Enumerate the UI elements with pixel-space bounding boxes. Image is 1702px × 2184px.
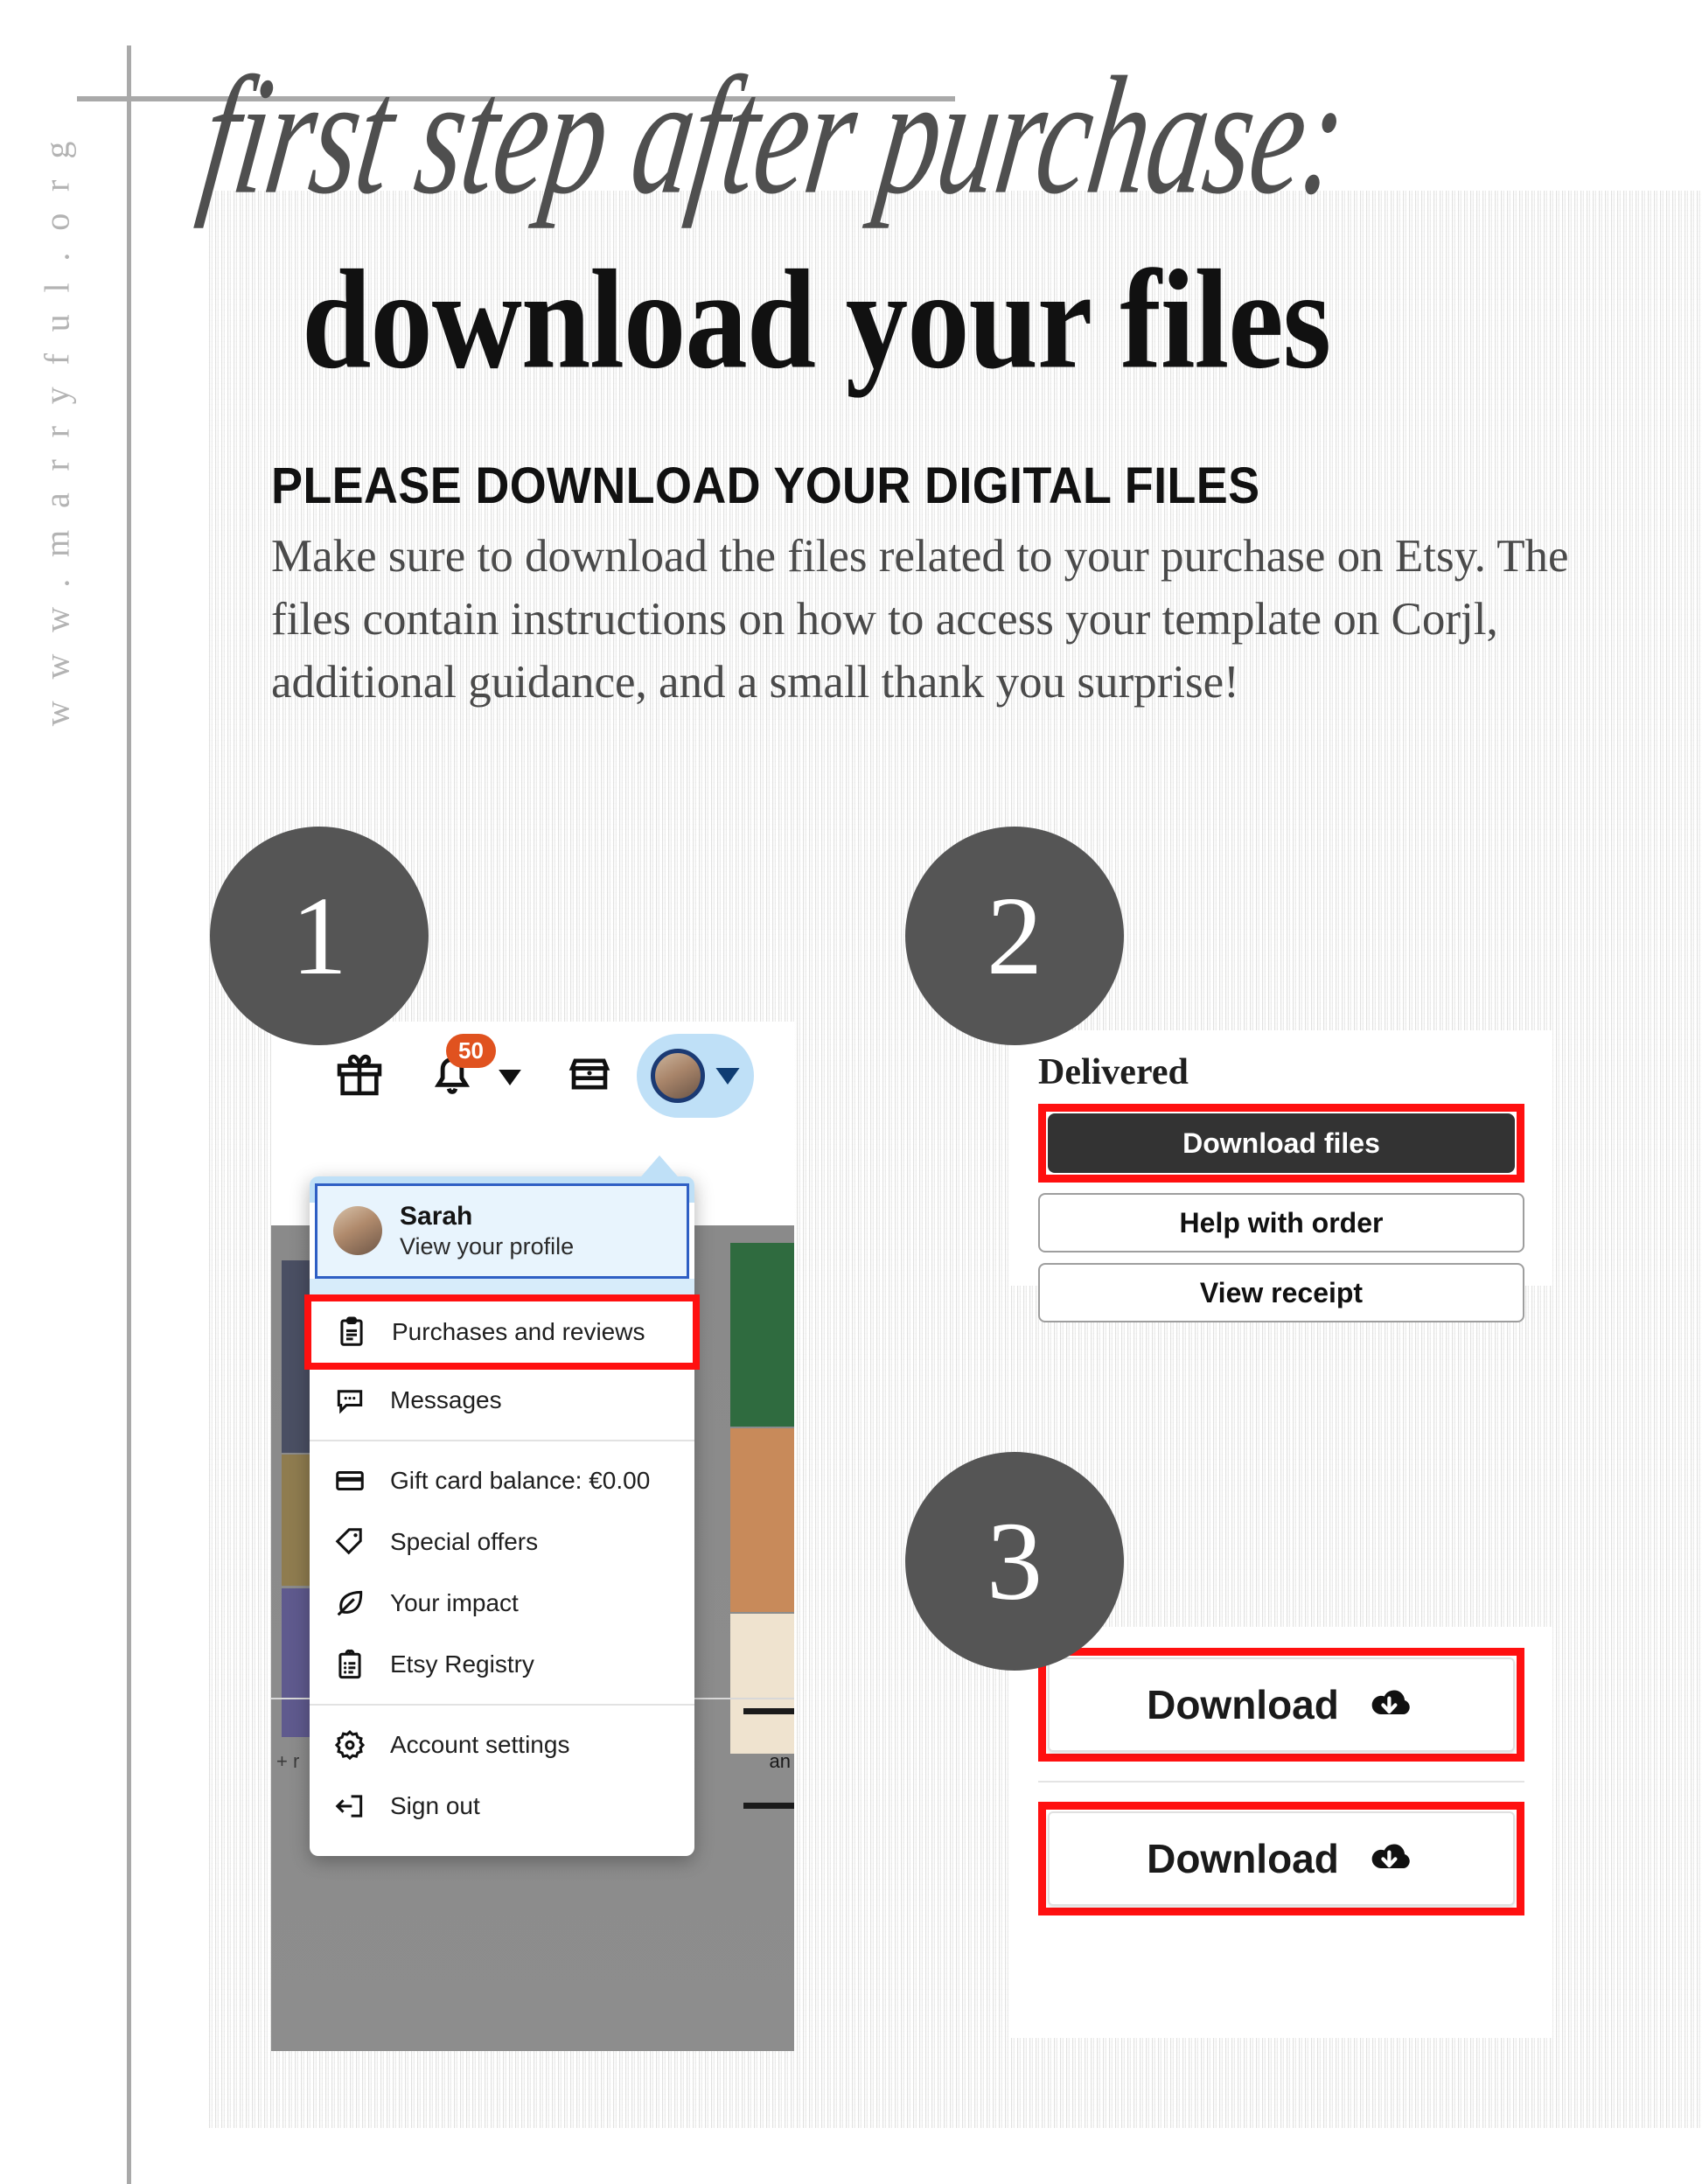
- step1-screenshot: + r an 50 Sarah View your profile Purcha…: [271, 1022, 794, 2051]
- menu-item-label: Sign out: [390, 1791, 480, 1819]
- menu-item-label: Gift card balance: €0.00: [390, 1466, 651, 1494]
- order-status-label: Delivered: [1038, 1052, 1189, 1092]
- step2-screenshot: Delivered Download files Help with order…: [1010, 1030, 1552, 1322]
- background-text-left: + r: [276, 1750, 300, 1772]
- avatar: [651, 1049, 705, 1103]
- dropdown-pointer: [637, 1155, 682, 1182]
- purchases-and-reviews-highlight: Purchases and reviews: [304, 1294, 700, 1370]
- avatar: [333, 1206, 382, 1256]
- download-highlight-1: Download: [1038, 1648, 1524, 1762]
- clipboard-icon: [334, 1315, 369, 1349]
- leaf-icon: [332, 1587, 367, 1620]
- gear-icon: [332, 1728, 367, 1762]
- step3-screenshot: Download Download: [1010, 1627, 1552, 2038]
- menu-item-label: Purchases and reviews: [392, 1317, 645, 1345]
- download-button-label: Download: [1147, 1682, 1339, 1727]
- menu-item-label: Account settings: [390, 1730, 570, 1758]
- list-divider: [1038, 1781, 1524, 1783]
- page-title: download your files: [302, 241, 1331, 399]
- download-button-1[interactable]: Download: [1048, 1657, 1515, 1752]
- step-number-1: 1: [210, 827, 429, 1045]
- registry-clipboard-icon: [332, 1648, 367, 1681]
- caret-down-icon[interactable]: [499, 1070, 521, 1085]
- step-number-2: 2: [905, 827, 1124, 1045]
- menu-item-purchases-and-reviews[interactable]: Purchases and reviews: [311, 1301, 693, 1363]
- download-button-label: Download: [1147, 1836, 1339, 1881]
- website-url-vertical: www.marryful.org: [37, 119, 77, 727]
- background-text-right: an: [769, 1750, 791, 1772]
- gift-icon[interactable]: [334, 1048, 385, 1099]
- download-files-button[interactable]: Download files: [1048, 1113, 1515, 1173]
- menu-item-messages[interactable]: Messages: [310, 1370, 694, 1431]
- subheading: PLEASE DOWNLOAD YOUR DIGITAL FILES: [271, 457, 1260, 514]
- caret-down-icon: [715, 1067, 740, 1085]
- menu-item-label: Special offers: [390, 1527, 539, 1555]
- menu-divider: [310, 1703, 694, 1706]
- account-dropdown-menu: Sarah View your profile Purchases and re…: [304, 1176, 700, 1856]
- shop-icon[interactable]: [565, 1050, 614, 1099]
- download-files-highlight: Download files: [1038, 1104, 1524, 1183]
- profile-name: Sarah: [400, 1202, 473, 1231]
- help-with-order-button[interactable]: Help with order: [1038, 1193, 1524, 1252]
- vertical-rule: [127, 45, 131, 2184]
- profile-menu-item[interactable]: Sarah View your profile: [315, 1183, 689, 1279]
- credit-card-icon: [332, 1464, 367, 1497]
- menu-item-label: Etsy Registry: [390, 1650, 534, 1678]
- menu-item-your-impact[interactable]: Your impact: [310, 1573, 694, 1634]
- body-paragraph: Make sure to download the files related …: [271, 531, 1569, 708]
- script-headline: first step after purchase:: [192, 43, 1357, 230]
- menu-item-sign-out[interactable]: Sign out: [310, 1776, 694, 1837]
- step-number-3: 3: [905, 1452, 1124, 1671]
- menu-item-label: Messages: [390, 1385, 502, 1413]
- menu-divider: [310, 1439, 694, 1441]
- cloud-download-icon: [1362, 1684, 1416, 1726]
- view-receipt-button[interactable]: View receipt: [1038, 1263, 1524, 1322]
- menu-item-label: Your impact: [390, 1588, 519, 1616]
- chat-bubble-icon: [332, 1384, 367, 1417]
- menu-item-account-settings[interactable]: Account settings: [310, 1714, 694, 1776]
- menu-item-gift-card-balance[interactable]: Gift card balance: €0.00: [310, 1450, 694, 1511]
- menu-item-special-offers[interactable]: Special offers: [310, 1511, 694, 1573]
- menu-item-etsy-registry[interactable]: Etsy Registry: [310, 1634, 694, 1695]
- sign-out-icon: [332, 1790, 367, 1823]
- account-menu-button[interactable]: [637, 1034, 754, 1118]
- profile-subtitle: View your profile: [400, 1232, 575, 1259]
- download-highlight-2: Download: [1038, 1802, 1524, 1915]
- notification-badge: 50: [446, 1034, 496, 1068]
- download-button-2[interactable]: Download: [1048, 1811, 1515, 1906]
- cloud-download-icon: [1362, 1838, 1416, 1880]
- tag-icon: [332, 1525, 367, 1559]
